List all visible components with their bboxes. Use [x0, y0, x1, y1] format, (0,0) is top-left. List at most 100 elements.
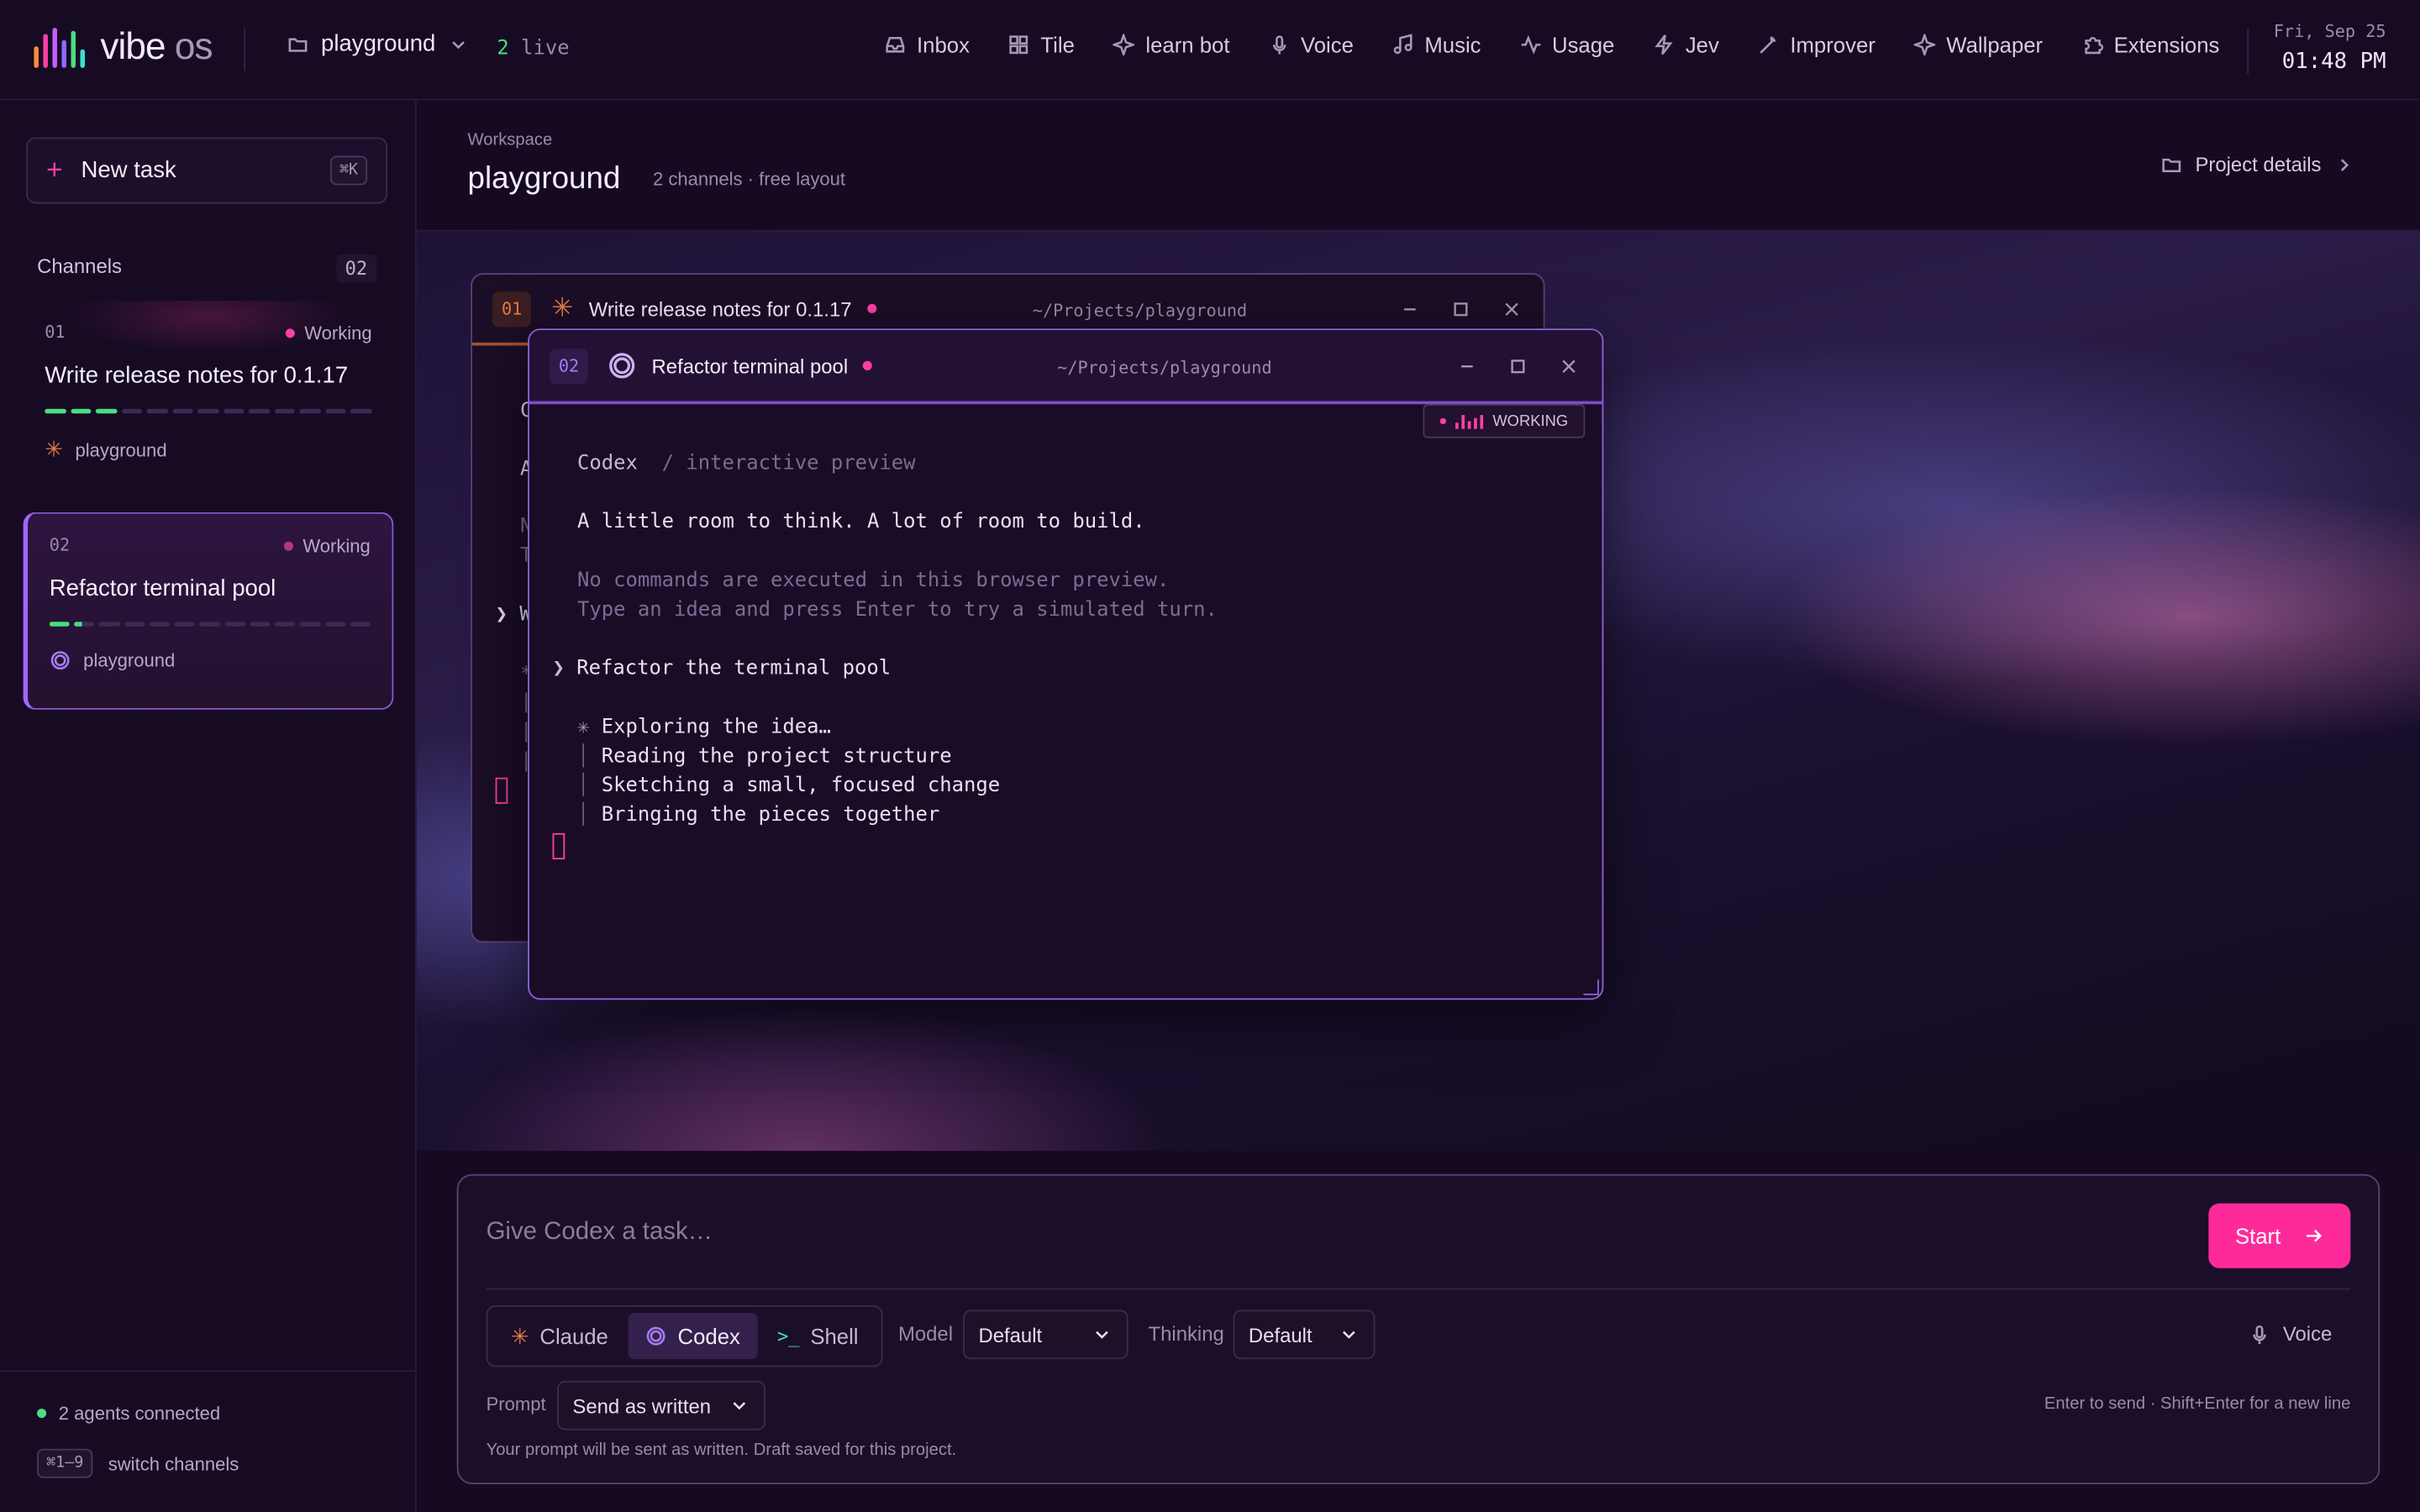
status-dot — [1439, 417, 1447, 425]
minimize-icon[interactable] — [1457, 356, 1477, 376]
clock-date: Fri, Sep 25 — [2273, 21, 2386, 42]
window-titlebar[interactable]: 02 Refactor terminal pool ~/Projects/pla… — [529, 330, 1602, 405]
activity-bars-icon — [1455, 414, 1484, 428]
arrow-right-icon — [2306, 1229, 2322, 1242]
nav-usage[interactable]: Usage — [1519, 33, 1614, 57]
logo-text: vibe os — [100, 26, 213, 68]
status-badge: Working — [284, 535, 371, 557]
channel-project: playground — [50, 649, 371, 671]
claude-asterisk-icon: ✳ — [45, 436, 63, 462]
agent-claude-button[interactable]: ✳ Claude — [494, 1313, 625, 1359]
status-dot — [866, 303, 876, 313]
divider — [486, 1288, 2351, 1290]
shortcut-badge: ⌘1–9 — [37, 1448, 93, 1478]
project-details-button[interactable]: Project details — [2161, 153, 2355, 176]
sparkle-icon — [1113, 34, 1135, 56]
terminal-cursor — [495, 777, 508, 804]
agent-codex-button[interactable]: Codex — [628, 1313, 758, 1360]
status-dot — [286, 328, 296, 339]
close-icon[interactable] — [1502, 299, 1522, 319]
draft-note: Your prompt will be sent as written. Dra… — [486, 1441, 957, 1460]
step-line: │ Reading the project structure — [576, 745, 952, 769]
composer: Give Codex a task… Start ✳ Claude Codex … — [456, 1173, 2381, 1484]
claude-asterisk-icon: ✳ — [551, 292, 574, 323]
thinking-select[interactable]: Default — [1233, 1310, 1376, 1360]
agent-selector: ✳ Claude Codex >_ Shell — [486, 1305, 883, 1368]
resize-handle[interactable] — [1583, 979, 1599, 995]
wand-icon — [1760, 36, 1776, 54]
prompt-chevron-icon: ❯ — [552, 657, 565, 681]
prompt-mode-select[interactable]: Send as written — [557, 1380, 766, 1431]
grid-icon — [1009, 35, 1028, 55]
task-input[interactable]: Give Codex a task… — [487, 1219, 713, 1247]
logo[interactable]: vibe os — [34, 26, 213, 69]
agent-shell-button[interactable]: >_ Shell — [760, 1313, 876, 1359]
codex-icon — [609, 353, 635, 379]
nav-music[interactable]: Music — [1392, 33, 1481, 57]
voice-button[interactable]: Voice — [2249, 1322, 2332, 1346]
nav-improver[interactable]: Improver — [1758, 33, 1876, 57]
prompt-line: ❯ Refactor the terminal pool — [552, 657, 892, 681]
divider — [2247, 28, 2249, 75]
start-button[interactable]: Start — [2208, 1203, 2351, 1268]
nav-extensions[interactable]: Extensions — [2081, 33, 2219, 57]
maximize-icon[interactable] — [1451, 299, 1471, 319]
codex-icon — [50, 651, 70, 670]
prompt-label: Prompt — [486, 1393, 546, 1415]
chevron-down-icon — [452, 40, 466, 49]
nav-tile[interactable]: Tile — [1008, 33, 1075, 57]
step-line: │ Bringing the pieces together — [576, 803, 940, 827]
live-indicator: 2 live — [497, 37, 570, 60]
chevron-down-icon — [1096, 1331, 1108, 1339]
app-root: vibe os playground 2 live Inbox Tile lea… — [0, 0, 2420, 1512]
window-number: 01 — [492, 291, 532, 327]
nav-jev[interactable]: Jev — [1653, 33, 1719, 57]
nav-wallpaper[interactable]: Wallpaper — [1913, 33, 2043, 57]
new-task-button[interactable]: + New task ⌘K — [26, 137, 388, 204]
send-hint: Enter to send · Shift+Enter for a new li… — [2044, 1394, 2351, 1414]
workspace-eyebrow: Workspace — [467, 131, 553, 150]
minimize-icon[interactable] — [1400, 299, 1420, 319]
channels-count: 02 — [335, 255, 377, 283]
codex-icon — [646, 1326, 666, 1346]
channel-number: 02 — [49, 535, 71, 556]
status-badge: Working — [286, 323, 372, 344]
nav-inbox[interactable]: Inbox — [884, 33, 970, 57]
shortcut-badge: ⌘K — [329, 155, 368, 186]
sidebar-footer: 2 agents connected ⌘1–9 switch channels — [0, 1370, 417, 1512]
model-select[interactable]: Default — [963, 1310, 1128, 1360]
status-dot — [284, 541, 294, 551]
channel-card-01[interactable]: 01 Working Write release notes for 0.1.1… — [23, 301, 394, 499]
agents-status: 2 agents connected — [37, 1403, 220, 1424]
channel-title: Refactor terminal pool — [49, 575, 276, 602]
close-icon[interactable] — [1559, 356, 1579, 376]
channel-title: Write release notes for 0.1.17 — [45, 362, 349, 389]
window-number: 02 — [549, 348, 589, 384]
window-title: Write release notes for 0.1.17 — [588, 297, 852, 321]
project-switcher[interactable]: playground — [287, 31, 470, 57]
window-title: Refactor terminal pool — [651, 354, 849, 378]
nav-voice[interactable]: Voice — [1268, 33, 1354, 57]
channel-project: ✳ playground — [45, 436, 167, 462]
sparkle-icon — [1913, 34, 1936, 56]
preview-note: No commands are executed in this browser… — [576, 569, 1170, 593]
thinking-label: Thinking — [1148, 1322, 1224, 1346]
channel-card-02[interactable]: 02 Working Refactor terminal pool playgr… — [23, 512, 394, 710]
exploring-line: ✳ Exploring the idea… — [576, 716, 831, 739]
terminal-window-02[interactable]: 02 Refactor terminal pool ~/Projects/pla… — [528, 328, 1604, 1000]
puzzle-icon — [2084, 37, 2103, 55]
page-title: playground — [467, 161, 621, 197]
window-path: ~/Projects/playground — [1032, 301, 1248, 322]
mic-icon — [1272, 35, 1286, 55]
asterisk-icon: ✳ — [510, 1323, 529, 1348]
channels-header: Channels 02 — [37, 255, 377, 283]
mode-label: / interactive preview — [661, 452, 916, 475]
music-icon — [1393, 34, 1413, 55]
nav-learn-bot[interactable]: learn bot — [1113, 33, 1229, 57]
maximize-icon[interactable] — [1507, 356, 1528, 376]
step-line: │ Sketching a small, focused change — [576, 774, 1001, 798]
channel-number: 01 — [45, 322, 66, 343]
workspace-header: Workspace playground 2 channels · free l… — [416, 100, 2420, 232]
window-path: ~/Projects/playground — [1057, 358, 1272, 379]
folder-icon — [2162, 157, 2181, 172]
